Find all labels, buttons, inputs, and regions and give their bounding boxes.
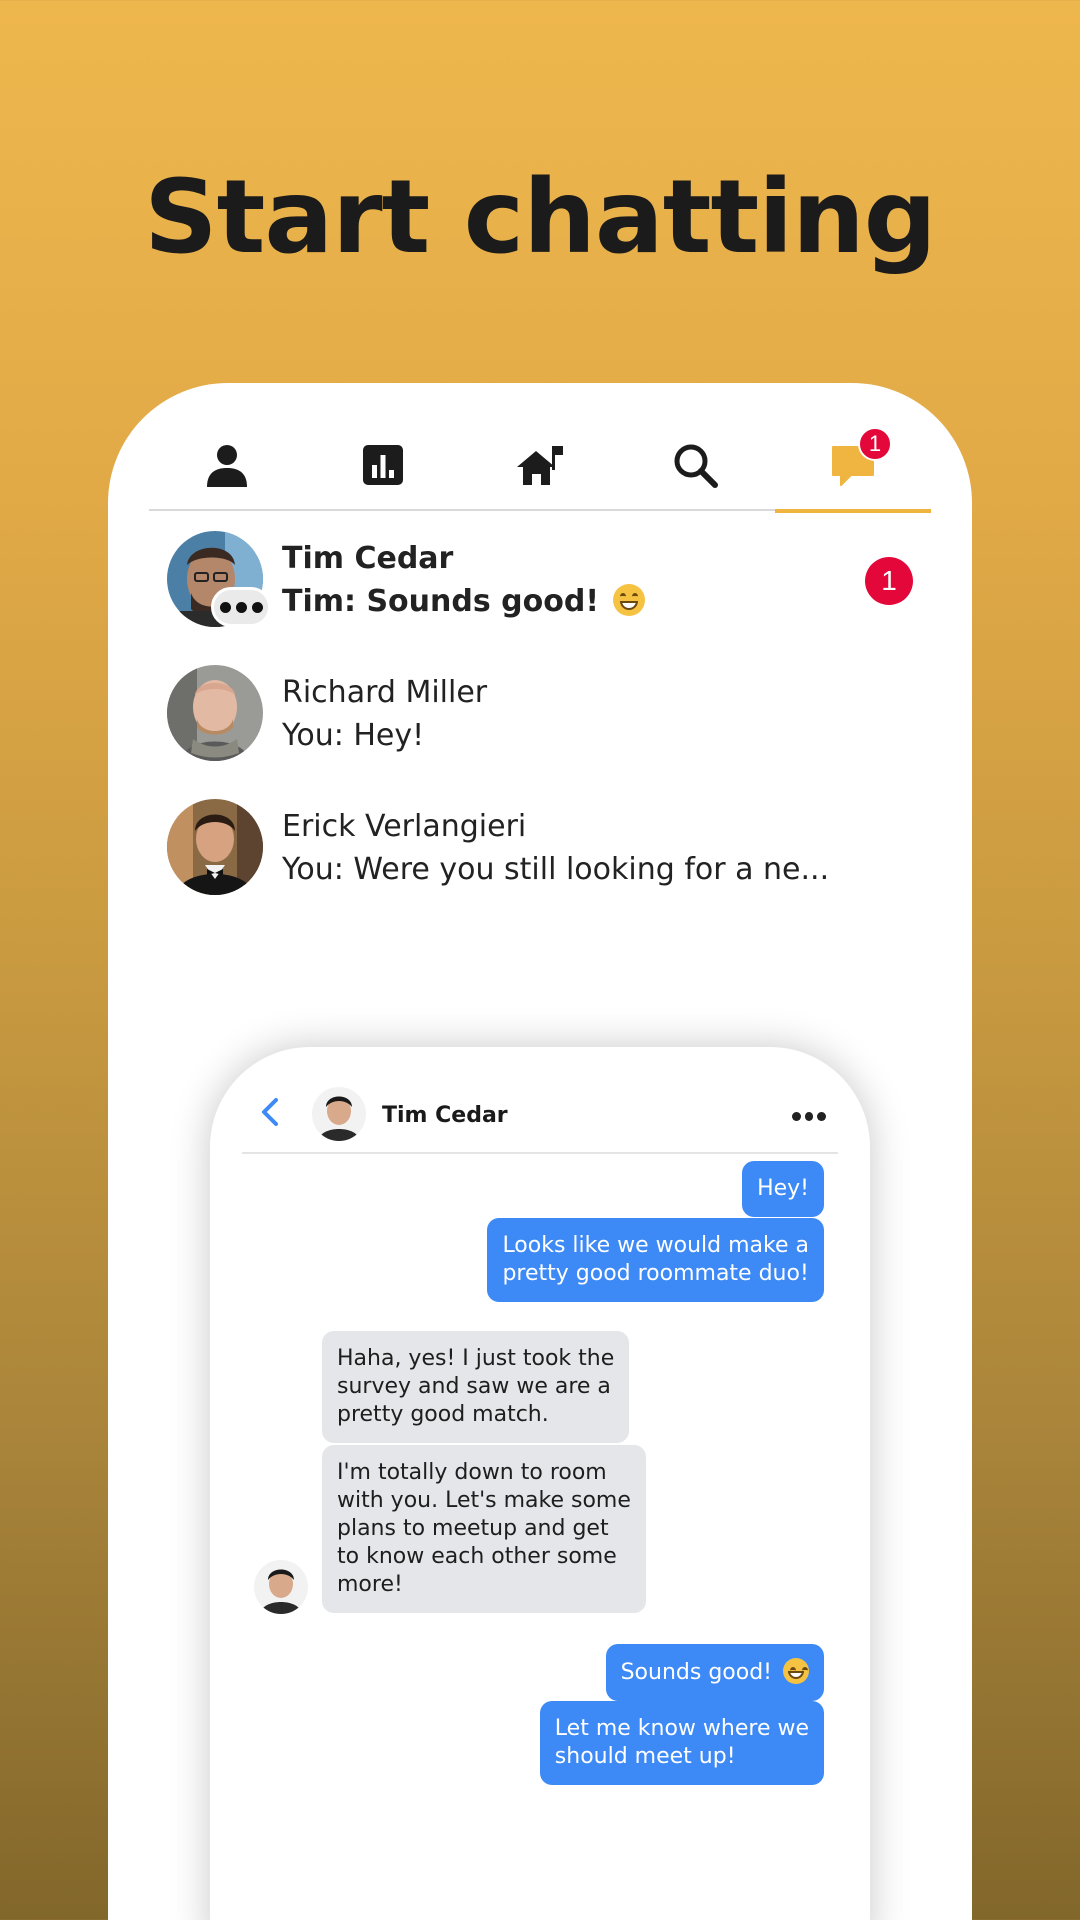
conversation-name: Tim Cedar bbox=[282, 541, 454, 576]
message-bubble-outgoing: Let me know where we should meet up! bbox=[539, 1701, 824, 1785]
tab-search[interactable] bbox=[617, 441, 773, 511]
tab-messages[interactable]: 1 bbox=[775, 427, 931, 513]
conversation-preview: Tim: Sounds good! bbox=[282, 584, 646, 619]
home-icon bbox=[517, 446, 563, 485]
unread-badge: 1 bbox=[865, 557, 913, 605]
conversation-name: Erick Verlangieri bbox=[282, 809, 527, 844]
page-headline: Start chatting bbox=[144, 158, 937, 277]
avatar bbox=[167, 799, 263, 895]
chat-header: Tim Cedar bbox=[242, 1047, 838, 1154]
message-bubble-outgoing: Hey! bbox=[742, 1161, 824, 1217]
avatar bbox=[167, 665, 263, 761]
message-bubble-outgoing: Looks like we would make a pretty good r… bbox=[487, 1218, 824, 1302]
sender-avatar bbox=[254, 1560, 308, 1614]
grin-emoji-icon bbox=[613, 584, 646, 616]
contact-avatar[interactable] bbox=[312, 1087, 366, 1141]
tab-stats[interactable] bbox=[305, 441, 461, 511]
person-icon bbox=[207, 445, 247, 487]
conversation-name: Richard Miller bbox=[282, 675, 488, 710]
tab-profile[interactable] bbox=[149, 441, 305, 511]
chat-screen: Tim Cedar Hey! Looks like we would make … bbox=[210, 1047, 870, 1920]
tab-bar: 1 bbox=[149, 383, 931, 513]
back-chevron-icon[interactable] bbox=[258, 1097, 282, 1127]
conversation-preview: You: Hey! bbox=[282, 718, 425, 753]
tab-home[interactable] bbox=[461, 441, 617, 511]
contact-name: Tim Cedar bbox=[382, 1103, 508, 1128]
conversation-preview: You: Were you still looking for a ne... bbox=[282, 852, 830, 887]
conversation-item[interactable]: Erick Verlangieri You: Were you still lo… bbox=[167, 799, 927, 899]
message-bubble-outgoing: Sounds good! bbox=[605, 1644, 824, 1701]
typing-indicator bbox=[211, 587, 271, 627]
grin-emoji-icon bbox=[783, 1658, 809, 1684]
stats-icon bbox=[363, 445, 403, 485]
more-options-icon[interactable] bbox=[792, 1112, 827, 1122]
conversation-item[interactable]: Richard Miller You: Hey! bbox=[167, 665, 927, 765]
conversation-item[interactable]: Tim Cedar Tim: Sounds good! 1 bbox=[167, 531, 927, 631]
message-bubble-incoming: I'm totally down to room with you. Let's… bbox=[322, 1445, 646, 1613]
search-icon bbox=[674, 444, 718, 488]
messages-badge: 1 bbox=[858, 427, 892, 461]
message-bubble-incoming: Haha, yes! I just took the survey and sa… bbox=[322, 1331, 630, 1443]
